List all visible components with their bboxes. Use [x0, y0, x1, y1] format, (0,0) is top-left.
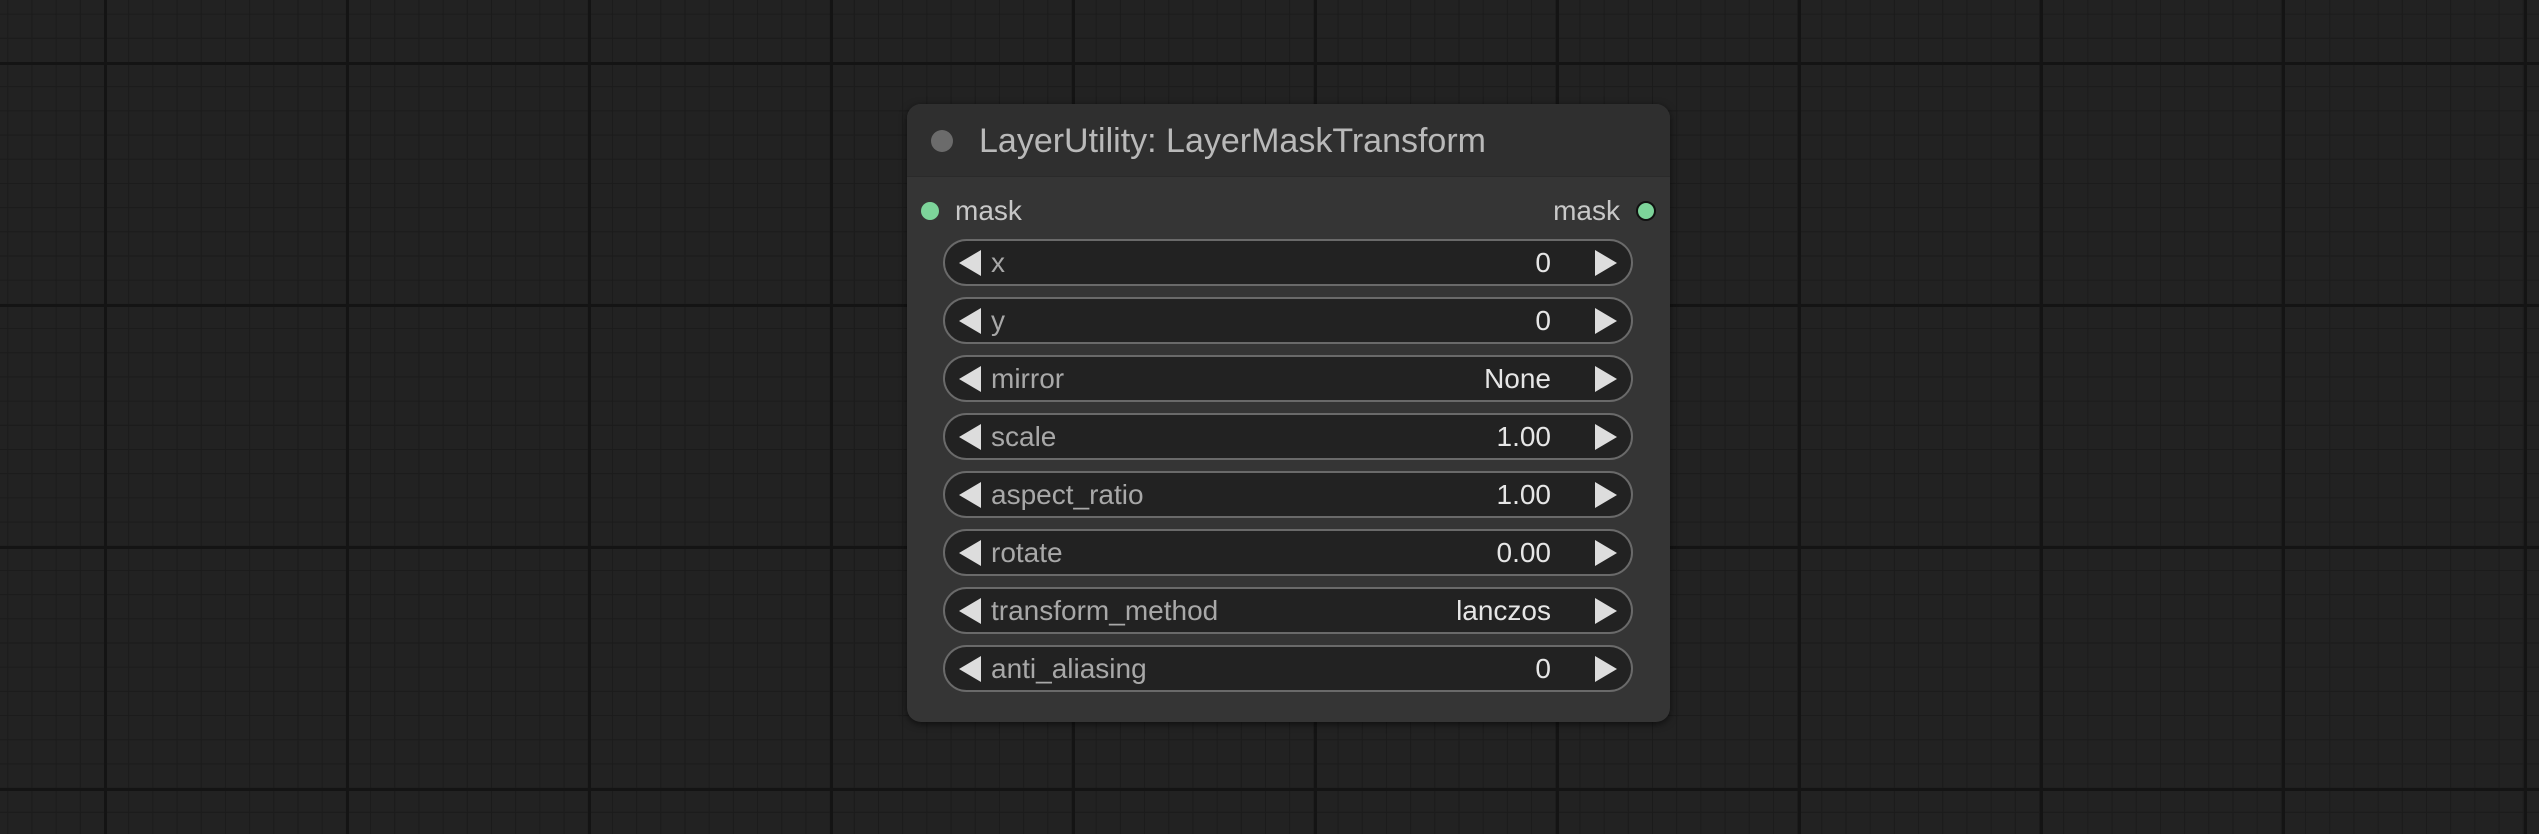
- output-slot-dot-icon[interactable]: [1636, 201, 1656, 221]
- widget-label: x: [991, 246, 1005, 278]
- widget-value: 0: [1535, 652, 1551, 684]
- widget-value: 1.00: [1496, 478, 1552, 510]
- output-slot-label: mask: [1553, 195, 1620, 226]
- widget-label: scale: [991, 420, 1057, 452]
- layer-mask-transform-node[interactable]: LayerUtility: LayerMaskTransform mask ma…: [907, 104, 1670, 722]
- widget-label: transform_method: [991, 594, 1219, 626]
- decrement-arrow-icon[interactable]: [959, 249, 981, 276]
- input-slot-dot-icon[interactable]: [921, 202, 939, 220]
- widget-value: 0: [1535, 304, 1551, 336]
- increment-arrow-icon[interactable]: [1595, 597, 1617, 624]
- input-slot-label: mask: [955, 195, 1022, 226]
- increment-arrow-icon[interactable]: [1595, 481, 1617, 508]
- widget-value: 0: [1535, 246, 1551, 278]
- widget-value: lanczos: [1456, 594, 1551, 626]
- increment-arrow-icon[interactable]: [1595, 307, 1617, 334]
- widget-label: anti_aliasing: [991, 652, 1147, 684]
- widget-anti-aliasing[interactable]: anti_aliasing 0: [943, 645, 1633, 692]
- decrement-arrow-icon[interactable]: [959, 365, 981, 392]
- widget-transform-method[interactable]: transform_method lanczos: [943, 587, 1633, 634]
- widget-value: 0.00: [1496, 536, 1552, 568]
- widget-mirror[interactable]: mirror None: [943, 355, 1633, 402]
- increment-arrow-icon[interactable]: [1595, 365, 1617, 392]
- widget-label: mirror: [991, 362, 1065, 394]
- node-header[interactable]: LayerUtility: LayerMaskTransform: [907, 104, 1670, 177]
- increment-arrow-icon[interactable]: [1595, 539, 1617, 566]
- widget-rotate[interactable]: rotate 0.00: [943, 529, 1633, 576]
- widget-aspect-ratio[interactable]: aspect_ratio 1.00: [943, 471, 1633, 518]
- widget-x[interactable]: x 0: [943, 239, 1633, 286]
- decrement-arrow-icon[interactable]: [959, 539, 981, 566]
- widget-label: aspect_ratio: [991, 478, 1144, 510]
- widget-list: x 0 y 0 mirror None scale 1.00 aspect_ra…: [943, 239, 1633, 703]
- increment-arrow-icon[interactable]: [1595, 249, 1617, 276]
- decrement-arrow-icon[interactable]: [959, 307, 981, 334]
- widget-scale[interactable]: scale 1.00: [943, 413, 1633, 460]
- decrement-arrow-icon[interactable]: [959, 655, 981, 682]
- decrement-arrow-icon[interactable]: [959, 481, 981, 508]
- widget-label: rotate: [991, 536, 1063, 568]
- widget-value: None: [1484, 362, 1551, 394]
- decrement-arrow-icon[interactable]: [959, 423, 981, 450]
- node-title: LayerUtility: LayerMaskTransform: [979, 122, 1486, 160]
- increment-arrow-icon[interactable]: [1595, 655, 1617, 682]
- widget-y[interactable]: y 0: [943, 297, 1633, 344]
- widget-value: 1.00: [1496, 420, 1552, 452]
- decrement-arrow-icon[interactable]: [959, 597, 981, 624]
- widget-label: y: [991, 304, 1005, 336]
- io-row: mask mask: [907, 192, 1670, 232]
- increment-arrow-icon[interactable]: [1595, 423, 1617, 450]
- collapse-dot-icon[interactable]: [931, 130, 953, 152]
